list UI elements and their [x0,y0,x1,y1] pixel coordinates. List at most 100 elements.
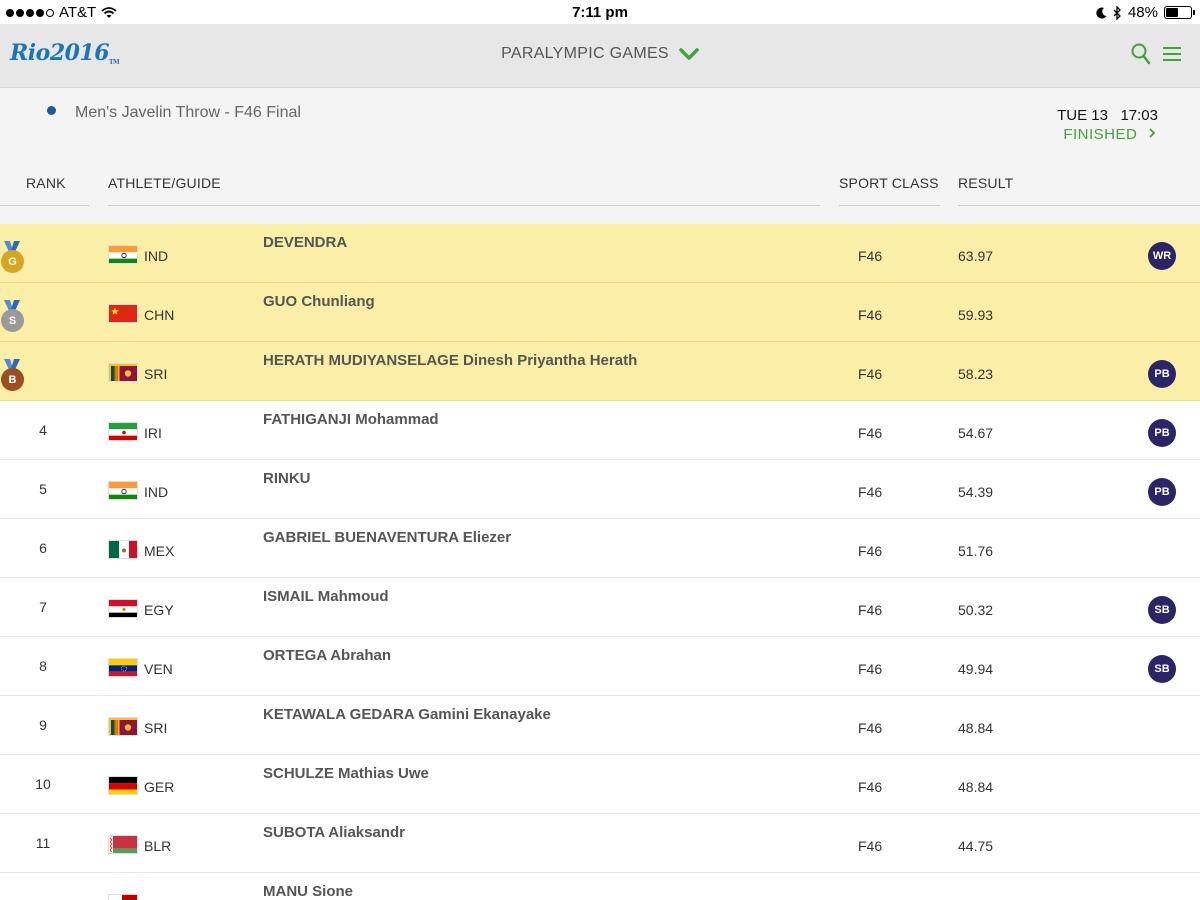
tga-flag-icon [108,894,138,900]
result-row[interactable]: S CHN GUO Chunliang F46 59.93 [0,283,1200,342]
sport-class: F46 [858,661,883,677]
rank-number: 6 [39,540,47,556]
athlete-name[interactable]: SUBOTA Aliaksandr [263,824,405,841]
sport-class: F46 [858,366,883,382]
chn-flag-icon [108,304,138,323]
blr-flag-icon [108,835,138,854]
ind-flag-icon [108,245,138,264]
medal-letter: G [1,250,24,273]
search-button[interactable] [1130,42,1152,71]
result-value: 44.75 [958,838,994,854]
result-value: 49.94 [958,661,994,677]
result-row[interactable]: 11 BLR SUBOTA Aliaksandr F46 44.75 [0,814,1200,873]
menu-button[interactable] [1162,45,1182,68]
rank-number: 8 [39,658,47,674]
result-value: 58.23 [958,366,994,382]
result-row[interactable]: 7 EGY ISMAIL Mahmoud F46 50.32 SB [0,578,1200,637]
event-status-link[interactable]: FINISHED [1063,126,1158,143]
ven-flag-icon [108,658,138,677]
result-row[interactable]: G IND DEVENDRA F46 63.97 WR [0,224,1200,283]
battery-icon [1164,6,1195,19]
column-header-rank: RANK [26,175,66,191]
search-icon [1131,43,1151,65]
rank-number: 11 [35,835,51,851]
result-value: 54.67 [958,425,994,441]
country-code: IRI [144,425,162,441]
country-code: CHN [144,307,175,323]
rank-number: 5 [39,481,47,497]
column-divider [0,205,89,206]
result-row[interactable]: 9 SRI KETAWALA GEDARA Gamini Ekanayake F46 4… [0,696,1200,755]
record-badge: PB [1148,478,1176,506]
country-code: MEX [144,543,175,559]
country-code: GER [144,779,175,795]
country-code: IND [144,484,169,500]
ger-flag-icon [108,776,138,795]
sport-class: F46 [858,602,883,618]
result-row[interactable]: MANU Sione [0,873,1200,900]
country-code: SRI [144,366,168,382]
ind-flag-icon [108,481,138,500]
sport-class: F46 [858,484,883,500]
status-time: 7:11 pm [572,4,628,21]
chevron-right-icon [1149,128,1156,138]
games-selector[interactable]: PARALYMPIC GAMES [501,45,699,63]
record-badge: SB [1148,655,1176,683]
athlete-name[interactable]: ISMAIL Mahmoud [263,588,389,605]
result-row[interactable]: 10 GER SCHULZE Mathias Uwe F46 48.84 [0,755,1200,814]
result-row[interactable]: 8 VEN ORTEGA Abrahan F46 49.94 SB [0,637,1200,696]
athlete-name[interactable]: ORTEGA Abrahan [263,647,391,664]
rank-number: 9 [39,717,47,733]
column-header-result: RESULT [958,175,1014,191]
sport-class: F46 [858,720,883,736]
athlete-name[interactable]: HERATH MUDIYANSELAGE Dinesh Priyantha He… [263,352,637,369]
bronze-medal-icon: B [1,359,24,397]
country-code: EGY [144,602,174,618]
status-right: 48% [1096,4,1195,21]
athlete-name[interactable]: GABRIEL BUENAVENTURA Eliezer [263,529,511,546]
result-row[interactable]: 6 MEX GABRIEL BUENAVENTURA Eliezer F46 51.76 [0,519,1200,578]
bluetooth-icon [1113,5,1121,20]
sport-class: F46 [858,248,883,264]
event-date: TUE 13 [1057,107,1108,124]
athlete-name[interactable]: FATHIGANJI Mohammad [263,411,439,428]
games-selector-label: PARALYMPIC GAMES [501,45,669,62]
sport-class: F46 [858,838,883,854]
column-header-sport-class: SPORT CLASS [839,175,939,191]
event-time: 17:03 [1120,107,1158,124]
athlete-name[interactable]: SCHULZE Mathias Uwe [263,765,429,782]
result-value: 59.93 [958,307,994,323]
athlete-name[interactable]: KETAWALA GEDARA Gamini Ekanayake [263,706,551,723]
record-badge: WR [1148,242,1176,270]
athlete-name[interactable]: MANU Sione [263,883,353,900]
record-badge: SB [1148,596,1176,624]
country-code: IND [144,248,169,264]
silver-medal-icon: S [1,300,24,338]
result-row[interactable]: 4 IRI FATHIGANJI Mohammad F46 54.67 PB [0,401,1200,460]
rank-number: 10 [35,776,51,792]
athlete-name[interactable]: DEVENDRA [263,234,347,251]
record-badge: PB [1148,360,1176,388]
status-bar: AT&T 7:11 pm 48% [0,0,1200,24]
sport-class: F46 [858,779,883,795]
column-divider [958,205,1200,206]
country-code: SRI [144,720,168,736]
event-status: FINISHED [1063,126,1138,143]
record-badge: PB [1148,419,1176,447]
sri-flag-icon [108,717,138,736]
result-value: 51.76 [958,543,994,559]
chevron-down-icon [679,48,699,60]
event-datetime: TUE 13 17:03 [1057,107,1158,124]
athlete-name[interactable]: GUO Chunliang [263,293,375,310]
rank-number: 7 [39,599,47,615]
athlete-name[interactable]: RINKU [263,470,311,487]
event-title: Men's Javelin Throw - F46 Final [75,104,301,121]
sport-class: F46 [858,543,883,559]
column-divider [839,205,940,206]
result-row[interactable]: 5 IND RINKU F46 54.39 PB [0,460,1200,519]
result-row[interactable]: B SRI HERATH MUDIYANSELAGE Dinesh Priyant… [0,342,1200,401]
egy-flag-icon [108,599,138,618]
event-bullet-icon [47,106,56,115]
iri-flag-icon [108,422,138,441]
medal-letter: S [1,309,24,332]
